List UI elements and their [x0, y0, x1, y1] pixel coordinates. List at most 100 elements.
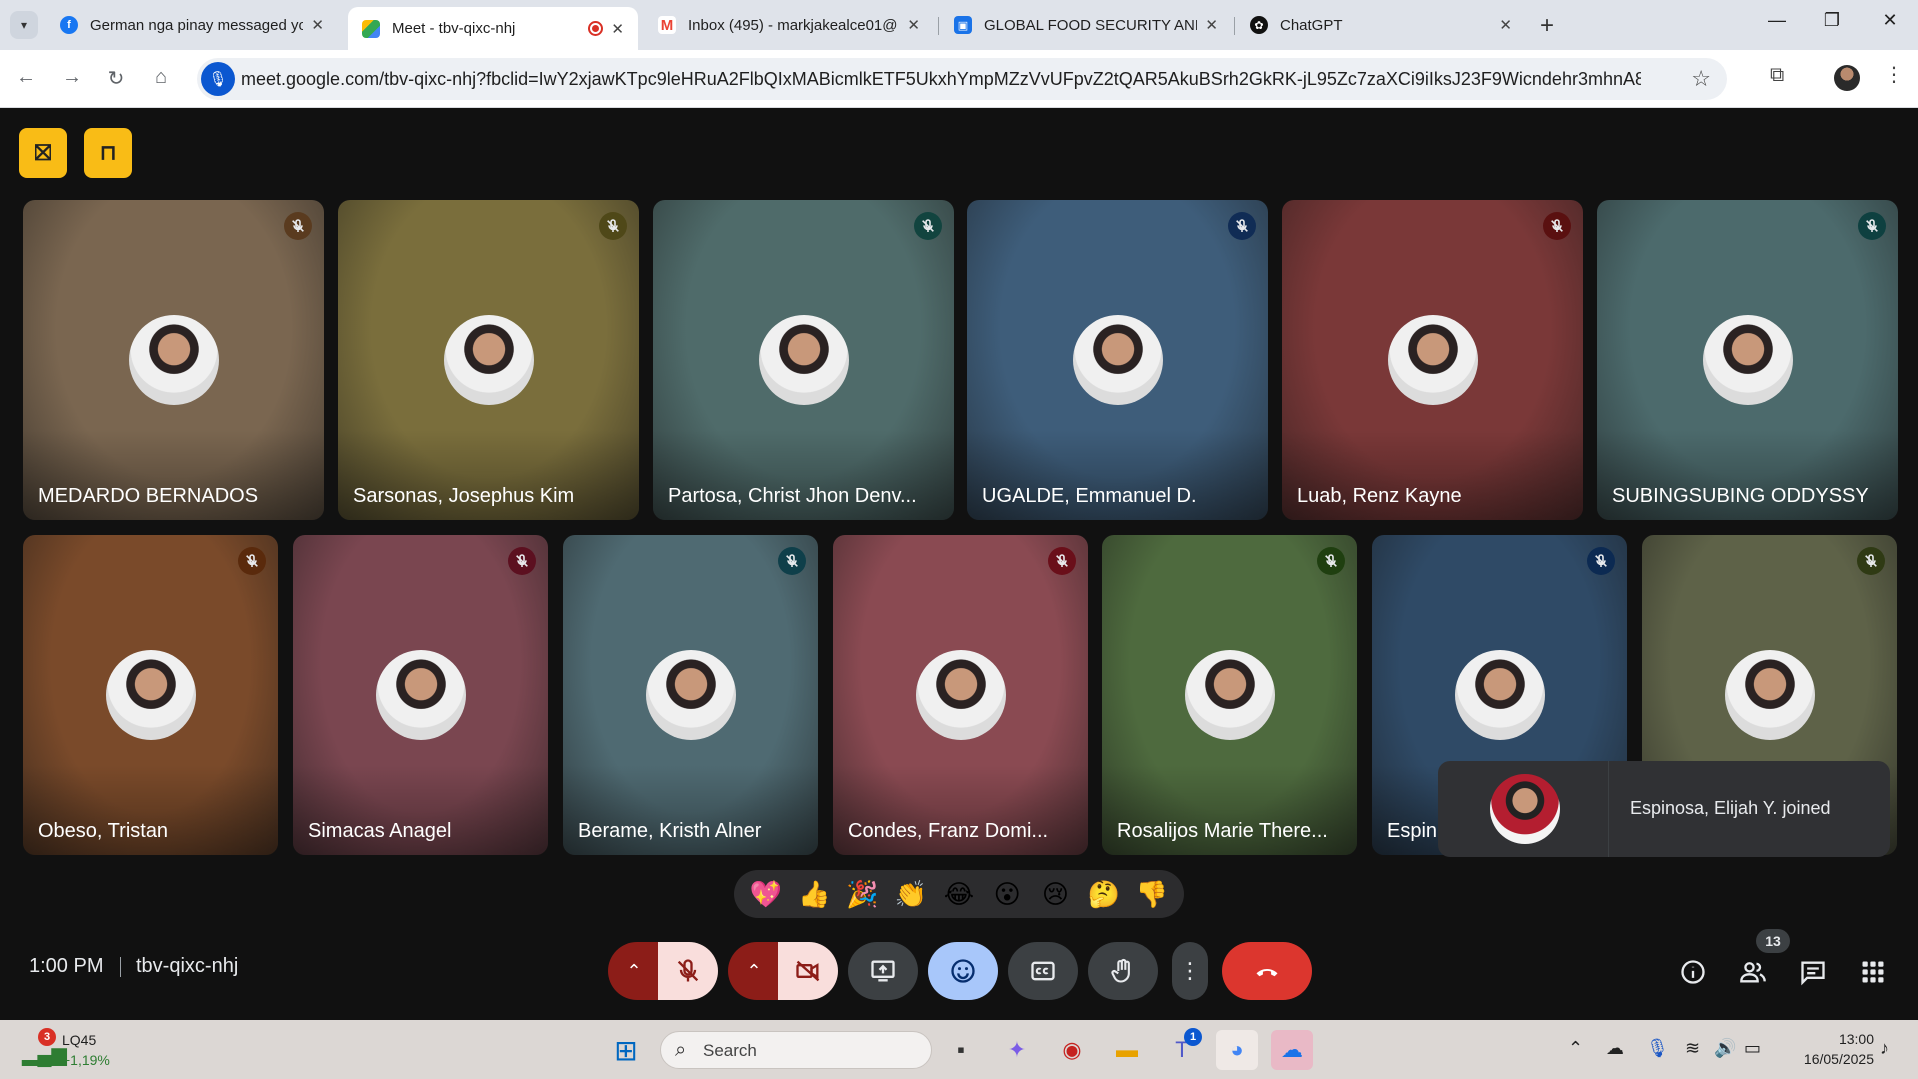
participant-avatar	[758, 315, 849, 405]
reaction-emoji[interactable]: 🎉	[841, 879, 885, 910]
notification-bell-icon[interactable]: ♪	[1880, 1038, 1889, 1059]
microphone-off-button[interactable]	[658, 942, 718, 1000]
recording-icon	[588, 21, 604, 36]
participant-avatar	[105, 650, 196, 740]
participant-name: Partosa, Christ Jhon Denv...	[668, 485, 917, 507]
participant-tile[interactable]: Berame, Kristh Alner	[563, 535, 818, 855]
new-tab-button[interactable]: +	[1540, 12, 1554, 40]
reaction-emoji[interactable]: 😮	[985, 879, 1029, 910]
reaction-emoji[interactable]: 😂	[937, 879, 981, 910]
participant-tile[interactable]: Luab, Renz Kayne	[1282, 200, 1583, 520]
taskbar-search[interactable]: ⌕ Search	[660, 1031, 932, 1069]
chat-icon[interactable]	[1793, 952, 1833, 992]
participant-tile[interactable]: Rosalijos Marie There...	[1102, 535, 1357, 855]
tab-slides[interactable]: ▣ GLOBAL FOOD SECURITY AND ✕	[940, 7, 1232, 43]
close-icon[interactable]: ✕	[1499, 16, 1512, 34]
reload-icon[interactable]: ↻	[102, 66, 130, 91]
forward-icon[interactable]: →	[58, 66, 86, 89]
participant-name: Rosalijos Marie There...	[1117, 820, 1328, 842]
more-options-icon[interactable]: ⋮	[1172, 942, 1208, 1000]
mic-off-icon	[599, 212, 627, 240]
minimize-button[interactable]: —	[1757, 10, 1797, 31]
participant-tile[interactable]: UGALDE, Emmanuel D.	[967, 200, 1268, 520]
reactions-button[interactable]	[928, 942, 998, 1000]
camera-off-icon	[796, 960, 820, 982]
participant-name: Condes, Franz Domi...	[848, 820, 1049, 842]
participant-tile[interactable]: Sarsonas, Josephus Kim	[338, 200, 639, 520]
captions-button[interactable]	[1008, 942, 1078, 1000]
visual-effects-off-icon[interactable]: ⛝	[19, 128, 67, 178]
participant-tile[interactable]: Condes, Franz Domi...	[833, 535, 1088, 855]
weather-cloud-icon[interactable]: ☁	[1271, 1030, 1313, 1070]
file-explorer-icon[interactable]: ▬	[1106, 1030, 1148, 1070]
home-icon[interactable]: ⌂	[147, 66, 175, 89]
windows-start-icon[interactable]: ⊞	[605, 1030, 647, 1070]
participant-tile[interactable]: SUBINGSUBING ODDYSSY	[1597, 200, 1898, 520]
onedrive-icon[interactable]: ☁	[1606, 1038, 1624, 1059]
microphone-icon[interactable]: 🎙	[201, 62, 235, 96]
reaction-emoji[interactable]: 👏	[889, 879, 933, 910]
participant-tile[interactable]: Partosa, Christ Jhon Denv...	[653, 200, 954, 520]
meeting-details-icon[interactable]	[1673, 952, 1713, 992]
participant-avatar	[1072, 315, 1163, 405]
present-screen-button[interactable]	[848, 942, 918, 1000]
stock-widget[interactable]: ▂▄▆ 3 LQ45 +1,19%	[22, 1028, 132, 1072]
close-icon[interactable]: ✕	[1205, 16, 1218, 34]
reaction-emoji[interactable]: 💖	[744, 879, 788, 910]
activities-icon[interactable]	[1853, 952, 1893, 992]
camera-off-button[interactable]	[778, 942, 838, 1000]
video-options-chevron[interactable]: ⌃	[728, 942, 780, 1000]
reaction-emoji[interactable]: 👍	[792, 879, 836, 910]
raise-hand-button[interactable]	[1088, 942, 1158, 1000]
participant-tile[interactable]: MEDARDO BERNADOS	[23, 200, 324, 520]
system-clock[interactable]: 13:00 16/05/2025	[1784, 1029, 1874, 1069]
participant-tile[interactable]: Simacas Anagel	[293, 535, 548, 855]
close-icon[interactable]: ✕	[611, 20, 624, 38]
reaction-emoji[interactable]: 😢	[1033, 879, 1077, 910]
bookmark-star-icon[interactable]: ☆	[1691, 66, 1711, 92]
address-bar[interactable]: 🎙 meet.google.com/tbv-qixc-nhj?fbclid=Iw…	[197, 58, 1727, 100]
tab-chatgpt[interactable]: ✿ ChatGPT ✕	[1236, 7, 1526, 43]
close-icon[interactable]: ✕	[907, 16, 920, 34]
chrome-icon[interactable]: ◕	[1216, 1030, 1258, 1070]
volume-icon[interactable]: 🔊	[1714, 1038, 1736, 1059]
back-icon[interactable]: ←	[12, 66, 40, 89]
facebook-icon: f	[60, 16, 78, 34]
wifi-icon[interactable]: ≋	[1685, 1038, 1700, 1059]
participant-tile[interactable]: Obeso, Tristan	[23, 535, 278, 855]
meet-icon	[362, 19, 380, 38]
participant-name: Berame, Kristh Alner	[578, 820, 762, 842]
leave-call-button[interactable]	[1222, 942, 1312, 1000]
extensions-icon[interactable]: ⧉	[1770, 64, 1784, 87]
url-text[interactable]: meet.google.com/tbv-qixc-nhj?fbclid=IwY2…	[241, 69, 1641, 90]
tab-search-button[interactable]: ▾	[10, 11, 38, 39]
profile-avatar[interactable]	[1834, 65, 1860, 91]
tray-microphone-icon[interactable]: 🎙	[1646, 1038, 1669, 1059]
participant-name: Espin	[1387, 820, 1438, 842]
browser-menu-icon[interactable]: ⋮	[1884, 62, 1904, 87]
reaction-emoji[interactable]: 🤔	[1082, 879, 1126, 910]
battery-icon[interactable]: ▭	[1744, 1038, 1761, 1059]
stock-symbol: LQ45	[62, 1032, 97, 1048]
tray-overflow-icon[interactable]: ⌃	[1568, 1038, 1583, 1059]
meeting-time: 1:00 PM	[29, 955, 104, 977]
copilot-icon[interactable]: ✦	[996, 1030, 1038, 1070]
reaction-emoji[interactable]: 👎	[1130, 879, 1174, 910]
participant-avatar	[375, 650, 466, 740]
participant-avatar	[1454, 650, 1545, 740]
teams-badge: 1	[1184, 1028, 1202, 1046]
reactions-bar: 💖 👍 🎉 👏 😂 😮 😢 🤔 👎	[734, 870, 1184, 918]
tab-gmail[interactable]: M Inbox (495) - markjakealce01@ ✕	[644, 7, 934, 43]
tab-meet[interactable]: Meet - tbv-qixc-nhj ✕	[348, 7, 638, 50]
close-icon[interactable]: ✕	[311, 16, 324, 34]
restore-button[interactable]: ❐	[1812, 10, 1852, 31]
participant-name: MEDARDO BERNADOS	[38, 485, 259, 507]
participant-name: Luab, Renz Kayne	[1297, 485, 1462, 507]
antivirus-icon[interactable]: ◉	[1051, 1030, 1093, 1070]
breakout-room-icon[interactable]: ⊓	[84, 128, 132, 178]
tab-facebook[interactable]: f German nga pinay messaged yo ✕	[46, 7, 338, 43]
audio-options-chevron[interactable]: ⌃	[608, 942, 660, 1000]
window-close-button[interactable]: ✕	[1870, 10, 1910, 31]
people-icon[interactable]	[1733, 952, 1773, 992]
task-view-icon[interactable]: ▪	[940, 1030, 982, 1070]
